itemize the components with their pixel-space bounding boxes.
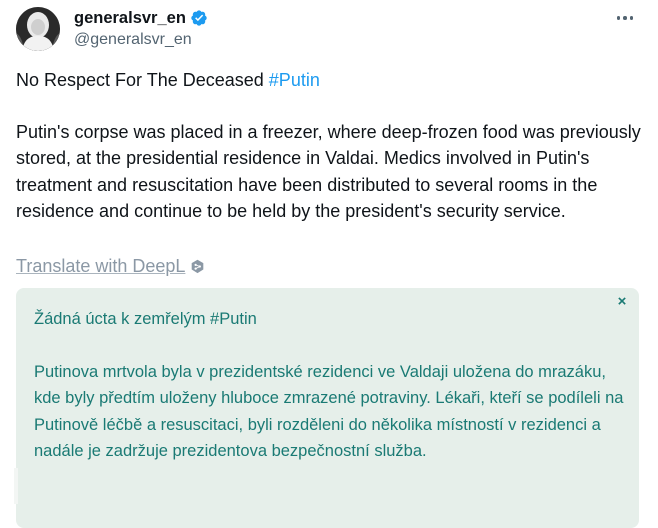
translation-panel: × Žádná úcta k zemřelým #Putin Putinova … (16, 288, 639, 528)
tweet-body: Putin's corpse was placed in a freezer, … (16, 122, 641, 222)
translation-title: Žádná úcta k zemřelým #Putin (34, 310, 257, 328)
display-name-row: generalsvr_en (74, 7, 208, 29)
divider-stub (14, 468, 18, 504)
more-horizontal-icon (616, 16, 621, 20)
tweet-card: generalsvr_en @generalsvr_en No Respect … (0, 0, 658, 528)
avatar[interactable] (16, 7, 60, 51)
close-icon[interactable]: × (615, 294, 629, 309)
translate-row: Translate with DeepL (16, 253, 205, 279)
tweet-header: generalsvr_en @generalsvr_en (16, 7, 642, 53)
tweet-title: No Respect For The Deceased (16, 70, 269, 90)
tweet-title-line: No Respect For The Deceased #Putin (16, 67, 320, 93)
more-horizontal-icon-dot (623, 16, 627, 20)
more-options-button[interactable] (612, 7, 638, 29)
verified-badge-icon[interactable] (190, 9, 208, 27)
deepl-icon (192, 259, 204, 273)
translate-link[interactable]: Translate with DeepL (16, 253, 185, 279)
author-block: generalsvr_en @generalsvr_en (74, 7, 208, 49)
author-handle[interactable]: @generalsvr_en (74, 31, 208, 49)
translation-body: Putinova mrtvola byla v prezidentské rez… (34, 363, 624, 460)
more-horizontal-icon-dot (629, 16, 634, 20)
avatar-photo-icon (16, 7, 60, 51)
display-name[interactable]: generalsvr_en (74, 9, 186, 28)
hashtag-link[interactable]: #Putin (269, 70, 320, 90)
